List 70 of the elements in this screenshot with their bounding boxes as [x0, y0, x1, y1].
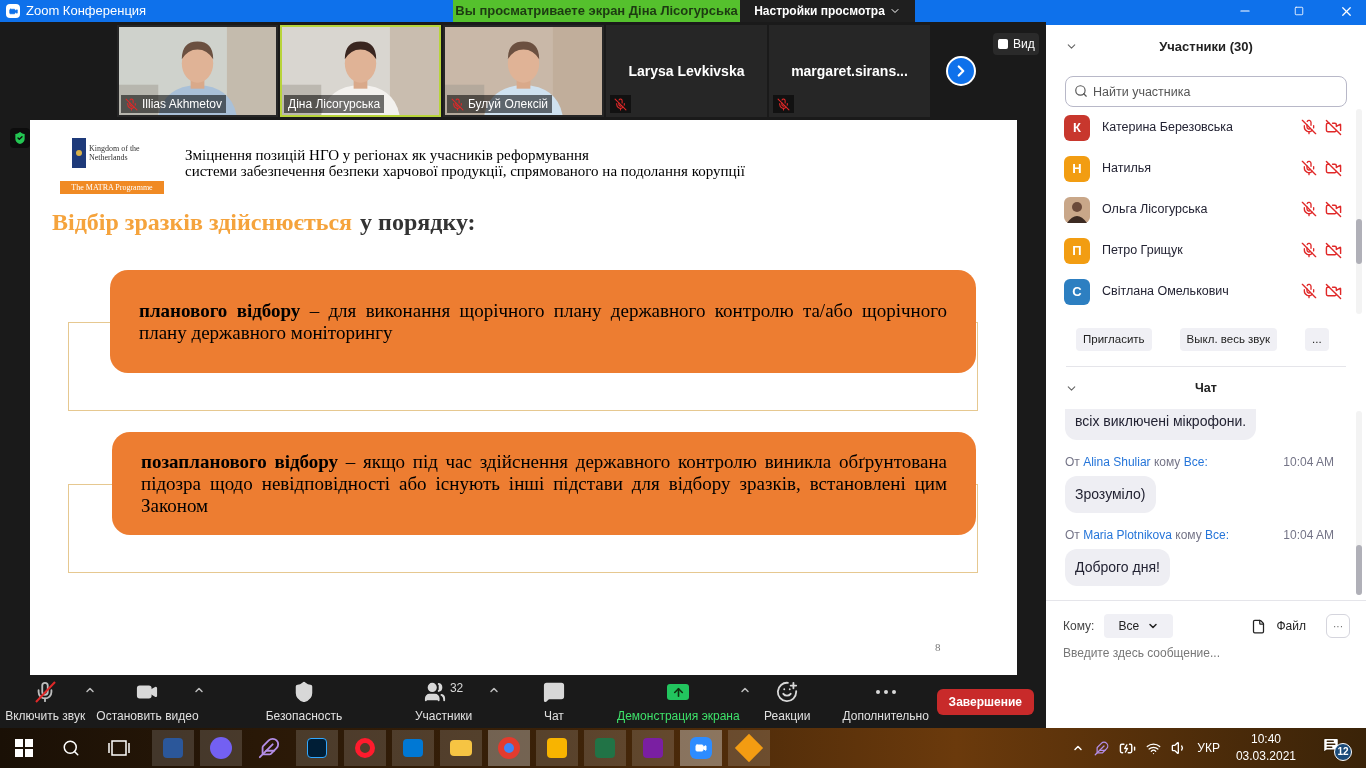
toolbar-button[interactable]: Реакции [754, 678, 820, 725]
slide-paragraph: позапланового відбору – якщо під час здійснення державного контролю виникла обґрунтована підозра щодо невідповідності або існують інші підстави для відбору зразків, встановлені цим Законом [141, 450, 947, 517]
recipient-label: Кому: [1063, 618, 1095, 635]
window-title: Zoom Конференция [26, 2, 147, 21]
video-tile[interactable]: Булуй Олексій [443, 25, 604, 117]
message-time: 10:04 AM [1283, 453, 1334, 471]
view-button[interactable]: Вид [993, 33, 1039, 55]
toolbar-button[interactable]: Остановить видео [96, 678, 199, 725]
video-tile[interactable]: Illias Akhmetov [117, 25, 278, 117]
message-input[interactable]: Введите здесь сообщение... [1063, 644, 1349, 662]
avatar: П [1064, 237, 1090, 264]
participant-row[interactable]: С Світлана Омелькович [1046, 271, 1356, 312]
panel-title: Участники (30) [1159, 37, 1253, 56]
language-indicator[interactable]: УКР [1197, 739, 1220, 757]
toolbar-button[interactable]: Демонстрация экрана [611, 678, 745, 725]
participant-name: Натилья [1102, 160, 1151, 178]
participant-name: Larysa Levkivska [628, 61, 745, 81]
chat-message: Зрозуміло) [1065, 476, 1156, 513]
video-tile[interactable]: Діна Лісогурська [280, 25, 441, 117]
participants-action-button[interactable]: Пригласить [1076, 328, 1152, 351]
participant-row[interactable]: П Петро Грищук [1046, 230, 1356, 271]
clock-date: 03.03.2021 [1235, 748, 1296, 765]
video-tile[interactable]: margaret.sirans... [769, 25, 930, 117]
logo-caption: Kingdom of the Netherlands [89, 144, 141, 162]
participant-row[interactable]: К Катерина Березовська [1046, 107, 1356, 148]
chat-message: всіх виключені мікрофони. [1065, 409, 1257, 440]
participant-name: margaret.sirans... [791, 61, 908, 81]
avatar: С [1064, 278, 1090, 305]
participant-row[interactable]: Ольга Лісогурська [1046, 189, 1356, 230]
chat-message-header: От Maria Plotnikova кому Все: [1065, 526, 1230, 544]
chat-message: Доброго дня! [1065, 549, 1170, 586]
participant-name: Булуй Олексій [468, 96, 548, 113]
avatar: К [1064, 114, 1090, 141]
page-number: 8 [935, 640, 942, 655]
avatar: Н [1064, 155, 1090, 182]
participant-name: Світлана Омелькович [1102, 283, 1229, 301]
participant-row[interactable]: Н Натилья [1046, 148, 1356, 189]
slide-heading-highlight: Відбір зразків здійснюється [52, 208, 353, 237]
participant-name: Діна Лісогурська [288, 96, 381, 113]
chat-message-header: От Alina Shuliar кому Все: [1065, 453, 1208, 471]
slide-heading: у порядку: [360, 208, 476, 237]
participant-name: Катерина Березовська [1102, 119, 1234, 137]
participants-action-button[interactable]: Выкл. весь звук [1179, 328, 1277, 351]
notification-count: 12 [1334, 742, 1352, 761]
toolbar-button[interactable]: 32 Участники [393, 678, 494, 725]
panel-title: Чат [1195, 379, 1217, 397]
slide-header-line: системи забезпечення безпеки харчової продукції, спрямованого на подолання корупції [185, 163, 745, 179]
participants-action-button[interactable]: ... [1305, 328, 1329, 351]
logo-band: The MATRA Programme [60, 181, 164, 194]
toolbar-button[interactable]: Безопасность [220, 678, 388, 725]
participant-name: Петро Грищук [1102, 242, 1183, 260]
toolbar-button[interactable]: Чат [509, 678, 598, 725]
toolbar-button[interactable]: Включить звук [0, 678, 91, 725]
end-meeting-button[interactable]: Завершение [936, 688, 1034, 715]
clock-time: 10:40 [1250, 731, 1281, 748]
view-settings-button[interactable]: Настройки просмотра [740, 0, 915, 22]
participant-name: Ольга Лісогурська [1102, 201, 1208, 219]
participant-count: 32 [449, 680, 464, 697]
clock[interactable]: 10:40 03.03.2021 [1235, 731, 1296, 765]
participant-name: Illias Akhmetov [142, 96, 223, 113]
toolbar-button[interactable]: Дополнительно [834, 678, 937, 725]
message-time: 10:04 AM [1283, 526, 1334, 544]
file-button[interactable]: Файл [1251, 617, 1306, 635]
more-button[interactable]: ··· [1326, 614, 1350, 638]
slide-paragraph: планового відбору – для виконання щорічного плану державного контролю та/або щорічного плану державного моніторингу [139, 299, 947, 344]
share-banner: Вы просматриваете экран Діна Лісогурська [453, 0, 740, 22]
slide-header-line: Зміцнення позицій НГО у регіонах як учасників реформування [185, 147, 590, 163]
recipient-dropdown[interactable]: Все [1104, 614, 1174, 638]
search-field[interactable]: Найти участника [1065, 76, 1347, 107]
video-tile[interactable]: Larysa Levkivska [606, 25, 767, 117]
